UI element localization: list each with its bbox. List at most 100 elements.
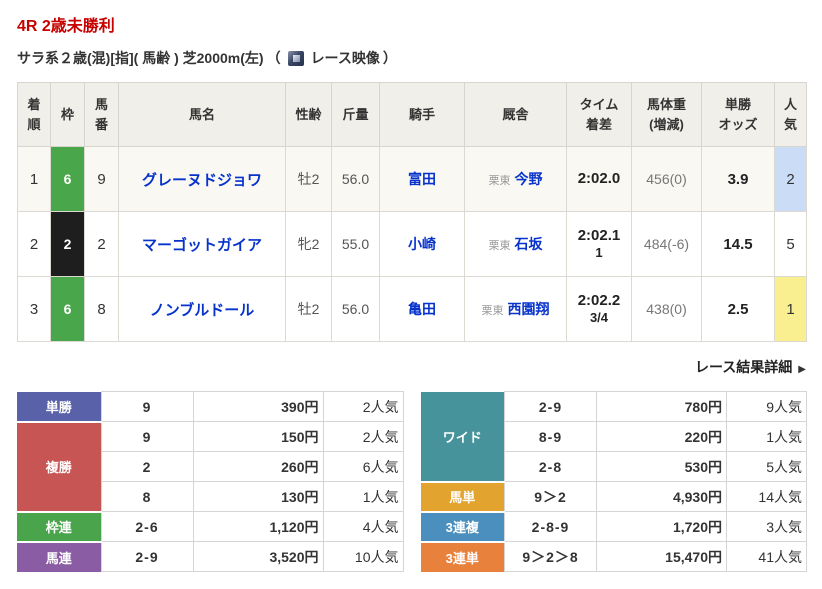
race-video-link[interactable]: レース映像 [311, 48, 380, 68]
page-title: 4R 2歳未勝利 [17, 18, 115, 35]
header-frame: 枠 [50, 82, 85, 147]
payout-popularity: 1人気 [726, 421, 807, 452]
horse-name-link[interactable]: グレーヌドジョワ [142, 172, 262, 189]
race-results-table: 着 順 枠 馬 番 馬名 性齢 斤量 騎手 厩舎 タイム 着差 馬体重 (増減)… [17, 82, 807, 342]
paren-open: （ [266, 50, 281, 66]
header-time-margin: タイム 着差 [566, 82, 632, 147]
header-sex-age: 性齢 [285, 82, 332, 147]
trainer-link[interactable]: 今野 [515, 171, 543, 187]
frame-number: 6 [50, 276, 85, 342]
frame-number: 6 [50, 146, 85, 212]
video-icon [287, 50, 304, 66]
header-horse-name: 馬名 [118, 82, 286, 147]
finish-position: 1 [17, 146, 51, 212]
paren-close: ） [382, 50, 397, 66]
jockey-cell: 富田 [379, 146, 465, 212]
horse-weight-cell: 438(0) [631, 276, 702, 342]
payout-combination: 2-8 [504, 451, 597, 482]
time-margin-cell: 2:02.0 [566, 146, 632, 212]
carried-weight: 56.0 [331, 276, 380, 342]
bet-type-label-wide: ワイド [420, 391, 505, 483]
stable-area-label: 栗東 [488, 175, 511, 187]
payout-combination: 8 [100, 481, 194, 512]
race-conditions-text: サラ系２歳(混)[指]( 馬齢 ) 芝2000m(左) [17, 50, 264, 66]
chevron-right-icon: ▶ [798, 364, 806, 375]
header-popularity: 人 気 [774, 82, 807, 147]
horse-number: 8 [84, 276, 119, 342]
bet-type-label-umatan: 馬単 [420, 481, 505, 513]
time-margin-cell: 2:02.1 1 [566, 211, 632, 277]
horse-name-cell: ノンブルドール [118, 276, 286, 342]
payout-combination: 9＞2 [504, 481, 597, 512]
header-horse-weight: 馬体重 (増減) [631, 82, 702, 147]
payout-popularity: 1人気 [322, 481, 404, 512]
win-odds-cell: 3.9 [701, 146, 775, 212]
header-win-odds: 単勝 オッズ [701, 82, 775, 147]
jockey-link[interactable]: 小崎 [408, 236, 436, 252]
payout-combination: 2-9 [504, 391, 597, 422]
result-row-1: 1 6 9 グレーヌドジョワ 牡2 56.0 富田 栗東 今野 2:02.0 45… [17, 146, 807, 212]
payout-amount: 390円 [192, 391, 324, 422]
payout-amount: 220円 [596, 421, 727, 452]
jockey-cell: 亀田 [379, 276, 465, 342]
payout-popularity: 6人気 [322, 451, 404, 482]
payout-combination: 9 [100, 421, 194, 452]
bet-type-label-fukusho: 複勝 [17, 421, 101, 513]
horse-name-cell: グレーヌドジョワ [118, 146, 286, 212]
header-carried-weight: 斤量 [331, 82, 380, 147]
payout-amount: 3,520円 [192, 541, 324, 572]
jockey-cell: 小崎 [379, 211, 465, 277]
payout-popularity: 2人気 [322, 421, 404, 452]
race-result-detail-link[interactable]: レース結果詳細 ▶ [695, 359, 806, 375]
trainer-link[interactable]: 西園翔 [508, 301, 550, 317]
result-row-2: 2 2 2 マーゴットガイア 牝2 55.0 小崎 栗東 石坂 2:02.1 1 4… [17, 211, 807, 277]
payout-amount: 530円 [596, 451, 727, 482]
trainer-link[interactable]: 石坂 [515, 236, 543, 252]
stable-area-label: 栗東 [481, 305, 504, 317]
horse-number: 2 [84, 211, 119, 277]
horse-weight-cell: 484(-6) [631, 211, 702, 277]
payout-row-tansho: 単勝 9 390円 2人気 [17, 391, 404, 423]
results-header-row: 着 順 枠 馬 番 馬名 性齢 斤量 騎手 厩舎 タイム 着差 馬体重 (増減)… [17, 82, 807, 147]
finish-position: 3 [17, 276, 51, 342]
payout-amount: 150円 [192, 421, 324, 452]
popularity-cell: 5 [774, 211, 807, 277]
finish-position: 2 [17, 211, 51, 277]
race-conditions-bar: サラ系２歳(混)[指]( 馬齢 ) 芝2000m(左) （ レース映像 ） [17, 48, 805, 68]
payout-amount: 4,930円 [596, 481, 727, 512]
jockey-link[interactable]: 富田 [408, 171, 436, 187]
sex-age: 牡2 [285, 146, 332, 212]
bet-type-label-wakuren: 枠連 [17, 511, 101, 543]
carried-weight: 56.0 [331, 146, 380, 212]
horse-name-cell: マーゴットガイア [118, 211, 286, 277]
payout-table-left: 単勝 9 390円 2人気 複勝 9 150円 2人気 2 260円 6人気 8… [17, 391, 404, 572]
popularity-cell: 2 [774, 146, 807, 212]
payout-popularity: 5人気 [726, 451, 807, 482]
payout-amount: 130円 [192, 481, 324, 512]
payout-combination: 2-9 [100, 541, 194, 572]
win-odds-cell: 2.5 [701, 276, 775, 342]
horse-name-link[interactable]: ノンブルドール [150, 302, 255, 319]
payout-popularity: 2人気 [322, 391, 404, 422]
payouts-section: 単勝 9 390円 2人気 複勝 9 150円 2人気 2 260円 6人気 8… [17, 391, 807, 572]
bet-type-label-sanrentan: 3連単 [420, 541, 505, 572]
payout-combination: 2 [100, 451, 194, 482]
payout-row-umaren: 馬連 2-9 3,520円 10人気 [17, 541, 404, 572]
payout-popularity: 41人気 [726, 541, 807, 572]
bet-type-label-sanrenpuku: 3連複 [420, 511, 505, 543]
payout-row-wide-1: ワイド 2-9 780円 9人気 [420, 391, 807, 483]
payout-amount: 260円 [192, 451, 324, 482]
sex-age: 牡2 [285, 276, 332, 342]
jockey-link[interactable]: 亀田 [408, 301, 436, 317]
stable-cell: 栗東 石坂 [464, 211, 567, 277]
sex-age: 牝2 [285, 211, 332, 277]
horse-name-link[interactable]: マーゴットガイア [142, 237, 262, 254]
bet-type-label-tansho: 単勝 [17, 391, 101, 423]
payout-table-right: ワイド 2-9 780円 9人気 8-9 220円 1人気 2-8 530円 5… [420, 391, 807, 572]
header-jockey: 騎手 [379, 82, 465, 147]
payout-combination: 9＞2＞8 [504, 541, 597, 572]
payout-popularity: 3人気 [726, 511, 807, 542]
payout-combination: 8-9 [504, 421, 597, 452]
header-horse-number: 馬 番 [84, 82, 119, 147]
frame-number: 2 [50, 211, 85, 277]
